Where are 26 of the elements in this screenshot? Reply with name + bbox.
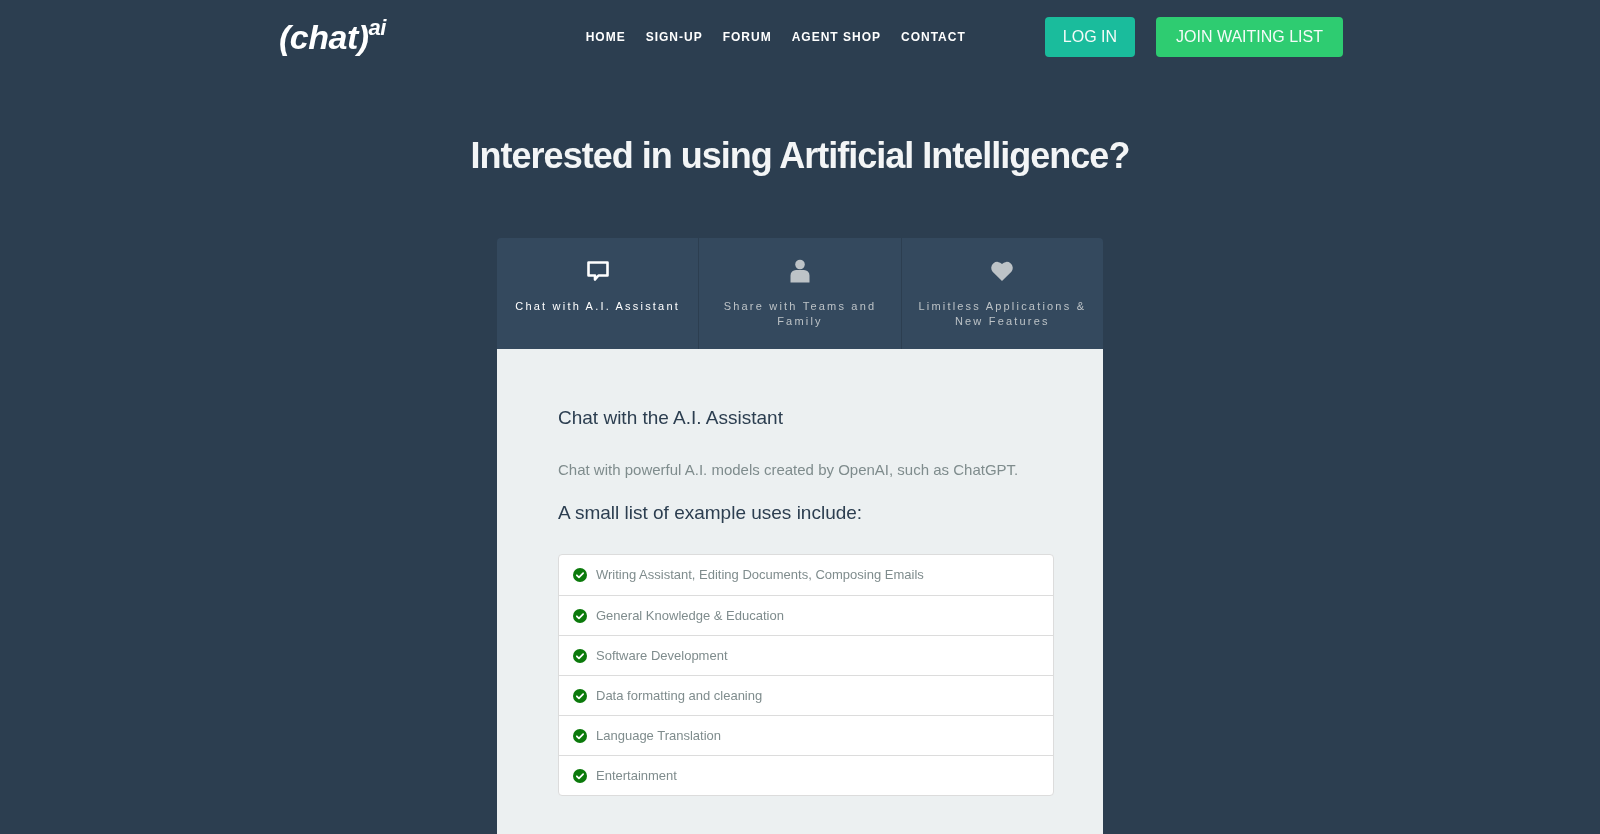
list-item-text: Language Translation [596, 727, 722, 744]
check-circle-icon [573, 568, 587, 582]
feature-tab[interactable]: Limitless Applications & New Features [901, 238, 1103, 349]
list-item-text: Entertainment [596, 767, 677, 784]
nav-link[interactable]: AGENT SHOP [791, 30, 881, 44]
check-circle-icon [573, 648, 587, 663]
list-heading: A small list of example uses include: [558, 502, 863, 524]
hero-heading: Interested in using Artificial Intelligence? [470, 134, 1130, 178]
nav-link[interactable]: CONTACT [901, 30, 966, 44]
list-item-text: Data formatting and cleaning [596, 687, 763, 704]
person-icon [788, 259, 812, 283]
nav-link[interactable]: SIGN-UP [645, 30, 703, 44]
section-description: Chat with powerful A.I. models created by OpenAI, such as ChatGPT. [558, 460, 1019, 480]
section-title: Chat with the A.I. Assistant [558, 407, 783, 429]
check-circle-icon [573, 688, 587, 703]
list-item-text: Software Development [596, 647, 728, 664]
check-circle-icon [573, 608, 587, 623]
list-item-text: Writing Assistant, Editing Documents, Composing Emails [596, 567, 924, 583]
chat-bubble-icon [585, 259, 610, 283]
logo[interactable]: (chat)$^{ai}$ [279, 20, 386, 54]
nav-link[interactable]: HOME [585, 30, 626, 44]
nav-link[interactable]: FORUM [722, 30, 772, 44]
check-circle-icon [573, 768, 587, 783]
list-item-text: General Knowledge & Education [596, 607, 784, 624]
check-circle-icon [573, 728, 587, 743]
heart-icon [990, 259, 1015, 283]
